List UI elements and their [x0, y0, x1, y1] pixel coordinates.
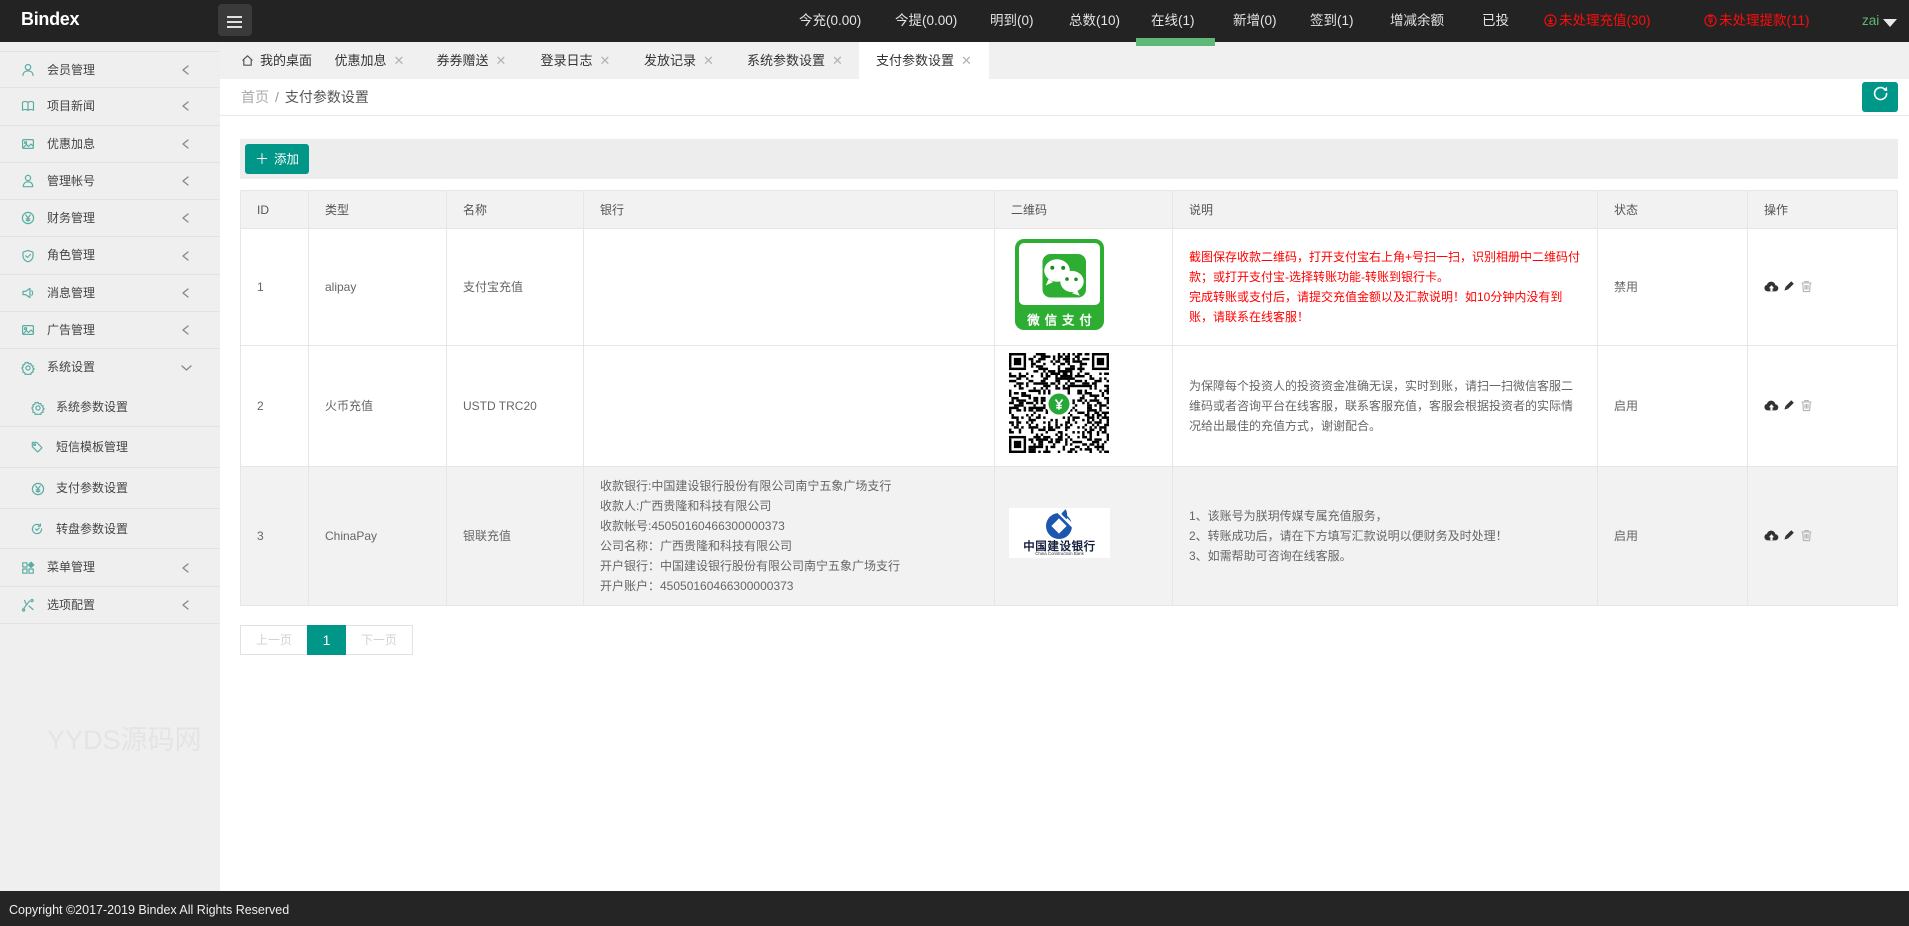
svg-text:微信支付: 微信支付	[1026, 312, 1097, 327]
svg-text:China Construction Bank: China Construction Bank	[1035, 551, 1084, 556]
